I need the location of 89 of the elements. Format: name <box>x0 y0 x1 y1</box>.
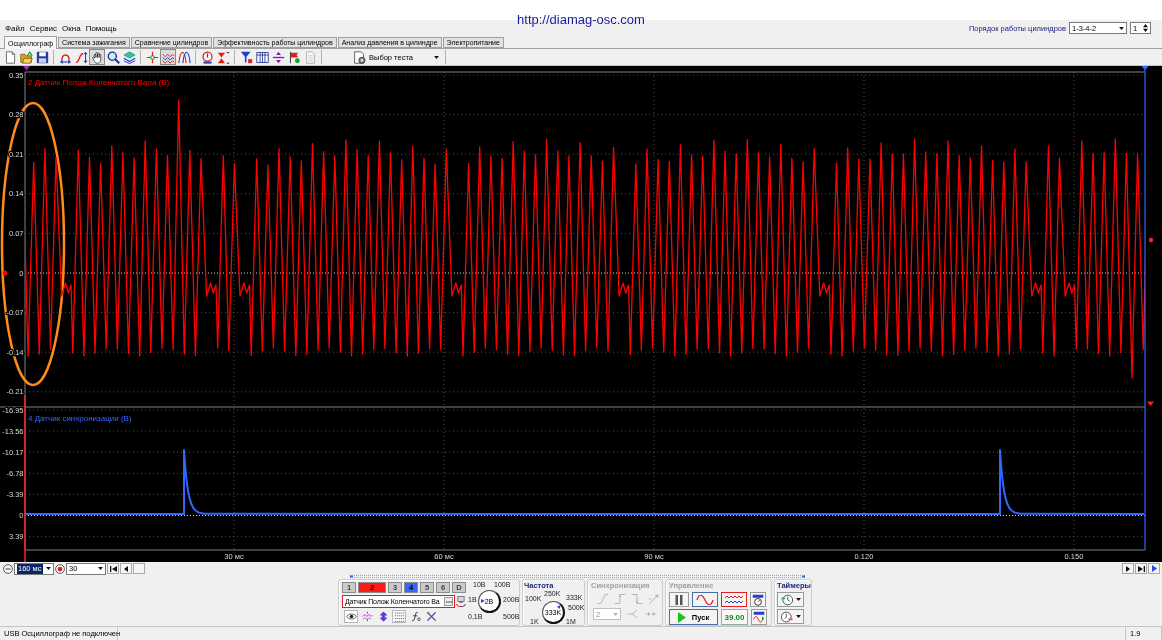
channel-title: 2 Датчик Полож Коленчатого Вала (В) <box>28 78 170 87</box>
skip-end-icon <box>1137 565 1145 572</box>
dot-marker-icon[interactable] <box>1148 237 1154 243</box>
caret-icon <box>434 55 439 59</box>
menu-item[interactable]: Сервис <box>29 24 58 34</box>
function-icon <box>409 611 421 622</box>
tool-button[interactable] <box>89 49 105 65</box>
pointer-icon <box>481 599 485 603</box>
auto-button[interactable] <box>750 592 766 607</box>
zoom-out-icon[interactable] <box>3 563 13 574</box>
previous-button[interactable] <box>120 563 132 574</box>
curve-arrow-icon <box>74 50 88 64</box>
magnifier-icon <box>106 50 120 64</box>
reading-display: 39.00 <box>721 609 748 625</box>
tools-icon <box>425 611 437 622</box>
triangle-marker-icon[interactable] <box>1147 401 1154 406</box>
timer-button[interactable] <box>777 609 804 624</box>
dots-icon <box>445 600 452 603</box>
tool-button[interactable] <box>73 49 89 65</box>
play-icon <box>1151 565 1157 572</box>
clock-icon <box>780 593 794 606</box>
last-button[interactable] <box>1135 563 1147 574</box>
document-gear-icon <box>353 50 366 64</box>
more-button[interactable] <box>444 597 453 606</box>
tool-button[interactable] <box>176 49 192 65</box>
play-icon <box>677 611 686 623</box>
zigzag-icon <box>361 611 373 622</box>
play-button[interactable] <box>1148 563 1160 574</box>
pause-icon <box>675 594 683 605</box>
lines-icon <box>393 611 405 622</box>
wave-arrow-icon <box>753 611 765 623</box>
triangle-marker-icon[interactable] <box>1141 66 1149 71</box>
double-zigzag-icon <box>724 594 744 605</box>
menu-item[interactable]: Файл <box>5 24 25 34</box>
hand-icon <box>90 50 104 64</box>
gauge-icon <box>752 593 764 606</box>
spin-arrows-icon <box>1143 24 1148 32</box>
loops-icon <box>177 50 191 64</box>
table-icon <box>255 50 269 64</box>
auto-record-button[interactable] <box>751 609 767 625</box>
device-arrows-icon[interactable] <box>456 595 466 608</box>
menu-item[interactable]: Окна <box>62 24 81 34</box>
caret-icon <box>796 615 801 618</box>
record-icon[interactable] <box>55 563 65 574</box>
display-tool-button[interactable] <box>424 610 438 623</box>
open-folder-icon <box>19 50 33 64</box>
first-button[interactable] <box>107 563 119 574</box>
channel-title: 4 Датчик синхронизации (В) <box>28 414 132 423</box>
step-forward-icon <box>1126 565 1130 572</box>
menu-item[interactable]: Помощь <box>85 24 117 34</box>
display-tool-button[interactable] <box>344 610 358 623</box>
tool-button[interactable] <box>199 49 215 65</box>
tool-button[interactable] <box>238 49 254 65</box>
new-document-icon <box>3 50 17 64</box>
filter-icon <box>239 50 253 64</box>
caret-icon <box>613 612 618 616</box>
caret-icon <box>1119 26 1124 30</box>
hourglass-icon <box>216 50 230 64</box>
caret-icon <box>46 567 51 570</box>
timer-button[interactable] <box>777 592 804 607</box>
panel-scroll-bar[interactable] <box>350 575 805 578</box>
caret-icon <box>98 567 103 570</box>
multi-wave-button[interactable] <box>721 592 747 607</box>
clock-icon <box>780 610 794 623</box>
triangle-marker-icon[interactable] <box>23 66 30 71</box>
sine-mode-button[interactable] <box>692 592 718 607</box>
next-button[interactable] <box>1122 563 1134 574</box>
pointer-icon <box>557 605 561 609</box>
caret-icon <box>796 598 801 601</box>
dot-marker-icon[interactable] <box>2 270 8 276</box>
website-link[interactable]: http://diamag-osc.com <box>517 13 645 27</box>
skip-start-icon <box>109 565 117 572</box>
gauge-icon <box>200 50 214 64</box>
divide-icon <box>271 50 285 64</box>
save-icon <box>35 50 49 64</box>
tool-button[interactable] <box>270 49 286 65</box>
eye-icon <box>345 611 357 622</box>
display-tool-button[interactable] <box>376 610 390 623</box>
pause-button[interactable] <box>669 592 689 607</box>
tool-button[interactable] <box>34 49 50 65</box>
tool-button[interactable] <box>121 49 137 65</box>
layers-icon <box>122 50 136 64</box>
tool-button[interactable] <box>105 49 121 65</box>
crosshair-icon <box>145 50 159 64</box>
flag-icon <box>287 50 301 64</box>
step-back-icon <box>124 565 128 572</box>
tool-button[interactable] <box>254 49 270 65</box>
sine-wave-icon <box>696 594 714 605</box>
vertical-arrows-icon <box>377 611 389 622</box>
